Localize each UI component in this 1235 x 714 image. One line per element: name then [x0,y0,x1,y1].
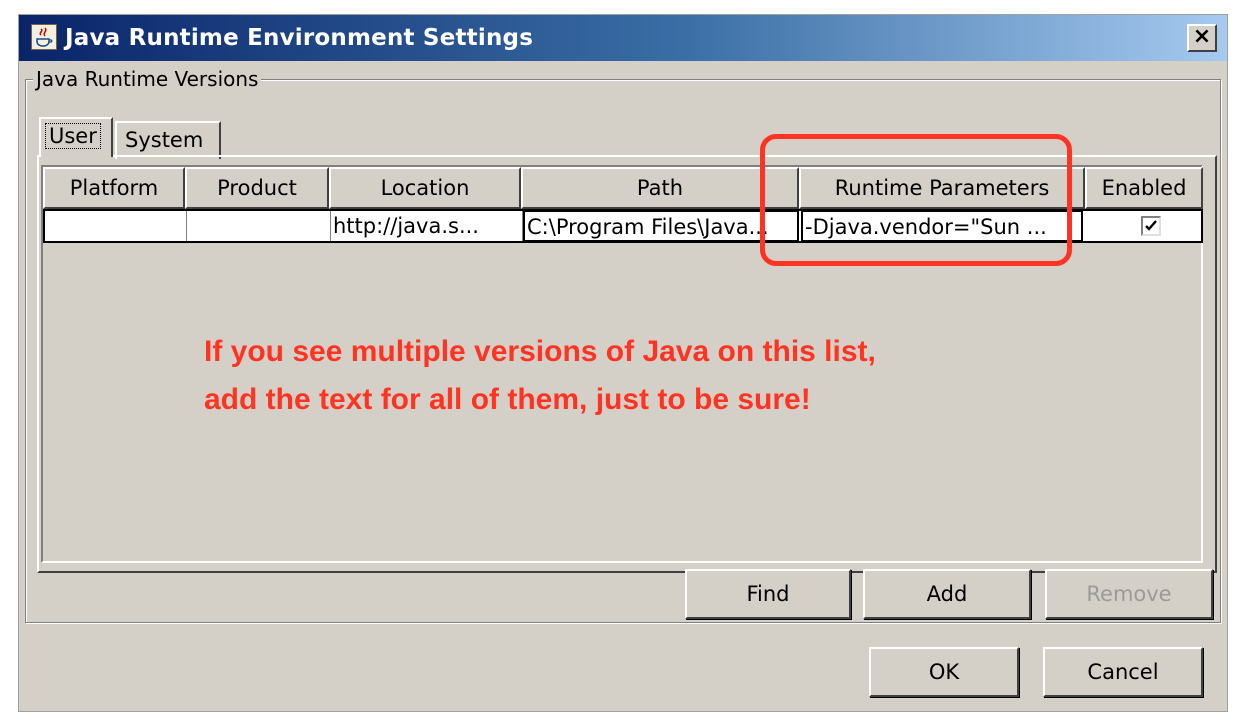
annotation-line-1: If you see multiple versions of Java on … [204,335,876,368]
column-header-path[interactable]: Path [521,167,799,209]
cell-platform[interactable] [45,211,187,241]
annotation-line-2: add the text for all of them, just to be… [204,383,811,416]
cell-product[interactable] [187,211,331,241]
title-bar[interactable]: Java Runtime Environment Settings × [19,15,1227,61]
tab-user[interactable]: User [39,117,113,157]
cell-path[interactable]: C:\Program Files\Java... [523,210,799,242]
close-button[interactable]: × [1187,24,1217,52]
remove-button[interactable]: Remove [1045,569,1213,619]
ok-button[interactable]: OK [869,647,1019,697]
checkmark-icon [1145,220,1157,231]
window-title: Java Runtime Environment Settings [65,25,534,51]
tab-system-label: System [125,128,204,152]
column-header-location[interactable]: Location [329,167,521,209]
column-header-product[interactable]: Product [185,167,329,209]
cancel-button[interactable]: Cancel [1043,647,1203,697]
add-button[interactable]: Add [863,569,1031,619]
column-header-enabled[interactable]: Enabled [1085,167,1203,209]
cell-location[interactable]: http://java.s... [331,211,523,241]
find-button[interactable]: Find [685,569,851,619]
java-logo-icon [31,24,57,50]
tab-user-label: User [45,123,101,149]
tab-system[interactable]: System [115,121,221,159]
annotation-text: If you see multiple versions of Java on … [204,328,876,424]
enabled-checkbox[interactable] [1141,216,1161,236]
close-icon: × [1192,24,1212,49]
group-legend: Java Runtime Versions [33,67,262,91]
column-header-platform[interactable]: Platform [43,167,185,209]
annotation-highlight-box [760,134,1072,266]
